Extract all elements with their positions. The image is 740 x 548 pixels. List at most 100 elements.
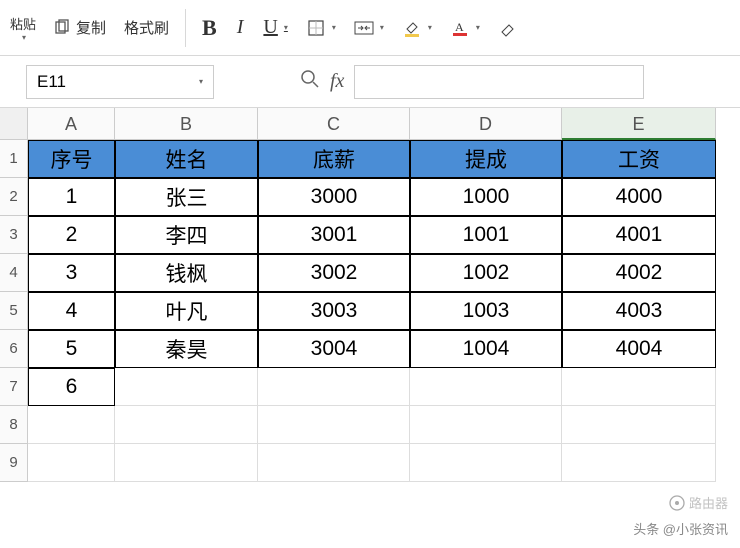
chevron-down-icon: ▾ (428, 23, 432, 32)
bold-button[interactable]: B (194, 13, 225, 43)
search-icon[interactable] (300, 69, 320, 94)
cell[interactable]: 4001 (562, 216, 716, 254)
cell[interactable]: 1 (28, 178, 115, 216)
cell[interactable]: 1004 (410, 330, 562, 368)
cell[interactable]: 2 (28, 216, 115, 254)
row-header[interactable]: 1 (0, 140, 28, 178)
cell[interactable]: 工资 (562, 140, 716, 178)
copy-label: 复制 (76, 17, 106, 38)
copy-button[interactable]: 复制 (44, 15, 114, 40)
row-headers: 1 2 3 4 5 6 7 8 9 (0, 140, 28, 482)
cell[interactable]: 1001 (410, 216, 562, 254)
svg-text:A: A (455, 20, 464, 34)
cell[interactable]: 3003 (258, 292, 410, 330)
cell[interactable] (258, 406, 410, 444)
underline-button[interactable]: U▾ (255, 14, 295, 41)
row-header[interactable]: 7 (0, 368, 28, 406)
format-painter-button[interactable]: 格式刷 (116, 15, 177, 40)
cell[interactable]: 1002 (410, 254, 562, 292)
cell[interactable]: 3 (28, 254, 115, 292)
format-painter-label: 格式刷 (124, 17, 169, 38)
eraser-icon (498, 18, 518, 38)
cell[interactable] (258, 444, 410, 482)
cell[interactable]: 3000 (258, 178, 410, 216)
cell[interactable] (562, 406, 716, 444)
cell[interactable] (410, 444, 562, 482)
border-icon (306, 18, 326, 38)
cell[interactable]: 秦昊 (115, 330, 258, 368)
merge-button[interactable]: ▾ (346, 16, 392, 40)
row-header[interactable]: 2 (0, 178, 28, 216)
separator (185, 9, 186, 47)
chevron-down-icon: ▾ (476, 23, 480, 32)
cell[interactable]: 1003 (410, 292, 562, 330)
cell[interactable]: 4003 (562, 292, 716, 330)
cell[interactable] (115, 368, 258, 406)
row-header[interactable]: 5 (0, 292, 28, 330)
cell[interactable] (562, 444, 716, 482)
select-all-cell[interactable] (0, 108, 28, 140)
eraser-button[interactable] (490, 16, 526, 40)
cell[interactable] (258, 368, 410, 406)
chevron-down-icon: ▾ (22, 33, 26, 42)
column-header[interactable]: B (115, 108, 258, 140)
cell[interactable]: 李四 (115, 216, 258, 254)
watermark-text: 头条 @小张资讯 (633, 519, 728, 538)
font-color-icon: A (450, 18, 470, 38)
font-color-button[interactable]: A ▾ (442, 16, 488, 40)
cell[interactable]: 4002 (562, 254, 716, 292)
cell[interactable]: 序号 (28, 140, 115, 178)
cell[interactable] (410, 406, 562, 444)
cell[interactable] (28, 444, 115, 482)
cell[interactable] (115, 444, 258, 482)
cell[interactable]: 4004 (562, 330, 716, 368)
column-header[interactable]: D (410, 108, 562, 140)
cell[interactable] (115, 406, 258, 444)
cell[interactable]: 3004 (258, 330, 410, 368)
cell[interactable]: 5 (28, 330, 115, 368)
cell[interactable]: 提成 (410, 140, 562, 178)
cell[interactable]: 6 (28, 368, 115, 406)
column-header[interactable]: A (28, 108, 115, 140)
row-header[interactable]: 9 (0, 444, 28, 482)
formula-input[interactable] (354, 65, 644, 99)
row-header[interactable]: 8 (0, 406, 28, 444)
toolbar: 粘贴 ▾ 复制 格式刷 B I U▾ ▾ ▾ ▾ A ▾ (0, 0, 740, 56)
column-header[interactable]: E (562, 108, 716, 140)
column-header[interactable]: C (258, 108, 410, 140)
fx-label[interactable]: fx (330, 70, 344, 93)
row-header[interactable]: 3 (0, 216, 28, 254)
cell[interactable]: 钱枫 (115, 254, 258, 292)
cell[interactable] (562, 368, 716, 406)
paste-label: 粘贴 (10, 14, 36, 33)
italic-button[interactable]: I (227, 14, 254, 41)
formula-bar: E11 ▾ fx (0, 56, 740, 108)
fill-color-button[interactable]: ▾ (394, 16, 440, 40)
cell[interactable]: 4 (28, 292, 115, 330)
cells-area: 序号 姓名 底薪 提成 工资 1 张三 3000 1000 4000 2 李四 … (28, 140, 716, 482)
cell[interactable]: 3001 (258, 216, 410, 254)
cell[interactable]: 姓名 (115, 140, 258, 178)
row-header[interactable]: 4 (0, 254, 28, 292)
chevron-down-icon: ▾ (284, 23, 288, 32)
merge-icon (354, 18, 374, 38)
cell[interactable]: 4000 (562, 178, 716, 216)
cell[interactable]: 3002 (258, 254, 410, 292)
row-header[interactable]: 6 (0, 330, 28, 368)
cell[interactable]: 张三 (115, 178, 258, 216)
cell[interactable] (28, 406, 115, 444)
border-button[interactable]: ▾ (298, 16, 344, 40)
cell[interactable]: 1000 (410, 178, 562, 216)
paste-button[interactable]: 粘贴 ▾ (4, 4, 42, 52)
watermark-text: 路由器 (689, 493, 728, 512)
cell[interactable]: 底薪 (258, 140, 410, 178)
fill-color-icon (402, 18, 422, 38)
chevron-down-icon: ▾ (332, 23, 336, 32)
copy-icon (52, 18, 72, 38)
column-headers: A B C D E (0, 108, 740, 140)
watermark: 头条 @小张资讯 (633, 519, 728, 538)
chevron-down-icon: ▾ (380, 23, 384, 32)
cell[interactable] (410, 368, 562, 406)
cell[interactable]: 叶凡 (115, 292, 258, 330)
name-box[interactable]: E11 ▾ (26, 65, 214, 99)
